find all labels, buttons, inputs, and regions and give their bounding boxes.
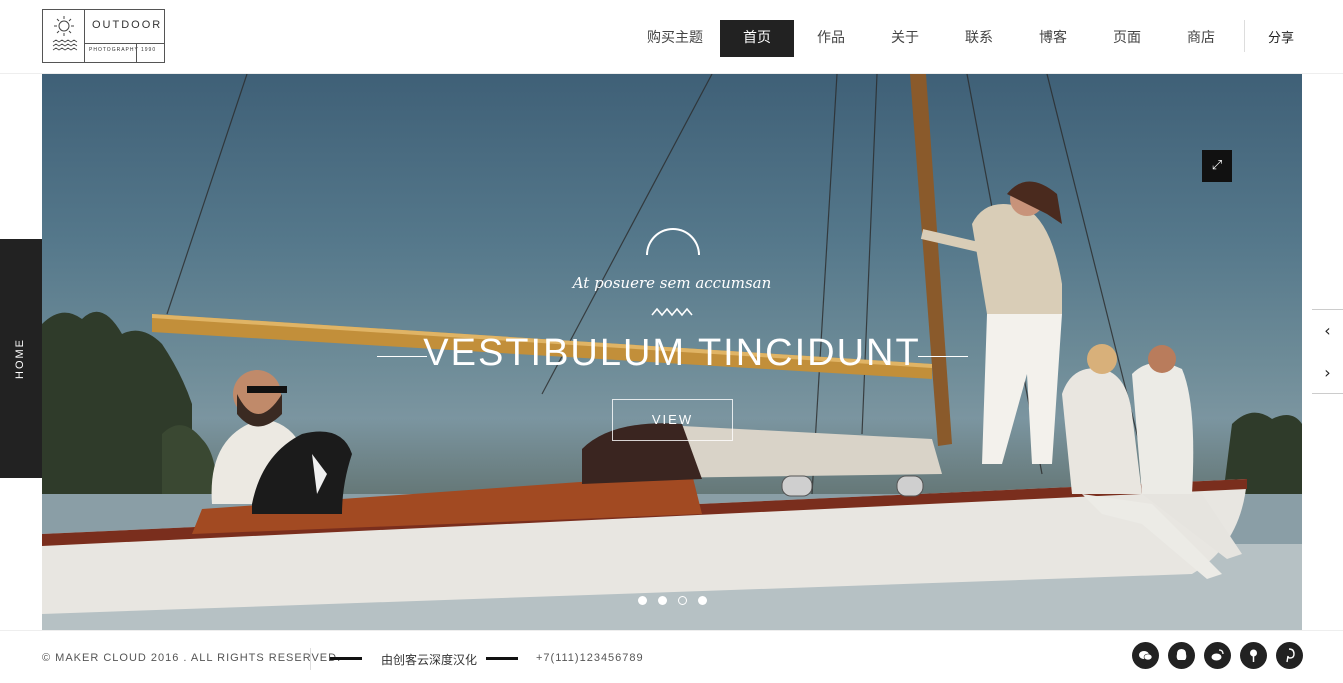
side-home-label: HOME [14,338,26,379]
logo-sub: PHOTOGRAPHY [89,47,139,53]
logo-brand: OUTDOOR [92,19,163,31]
slider-arrows: ‹ › [1312,309,1343,394]
footer-dash-right [486,657,518,660]
zigzag-icon [651,307,693,317]
slider-dot-1[interactable] [638,596,647,605]
main-nav: 购买主题 首页 作品 关于 联系 博客 页面 商店 [630,20,1238,57]
pinterest-icon[interactable] [1276,642,1303,669]
nav-item-shop[interactable]: 商店 [1164,20,1238,57]
hero-slider: ⤢ At posuere sem accumsan VESTIBULUM TIN… [42,74,1302,630]
expand-icon[interactable]: ⤢ [1202,150,1232,182]
next-arrow-icon[interactable]: › [1312,352,1343,394]
slider-dot-2[interactable] [658,596,667,605]
weibo-icon[interactable] [1204,642,1231,669]
footer-separator [310,648,311,670]
wechat-icon[interactable] [1132,642,1159,669]
phone-text: +7(111)123456789 [536,652,644,664]
social-links [1132,642,1303,669]
logo-vsep [136,44,137,62]
hero-subtitle: At posuere sem accumsan [572,274,772,292]
nav-item-pages[interactable]: 页面 [1090,20,1164,57]
copyright-text: © MAKER CLOUD 2016 . ALL RIGHTS RESERVED… [42,652,342,664]
hero-title-line-right [918,356,968,357]
share-button[interactable]: 分享 [1268,27,1294,46]
nav-item-blog[interactable]: 博客 [1016,20,1090,57]
side-home-tab[interactable]: HOME [0,239,42,478]
hero-title: VESTIBULUM TINCIDUNT [423,332,921,374]
nav-item-works[interactable]: 作品 [794,20,868,57]
tencent-icon[interactable] [1240,642,1267,669]
slider-dot-3[interactable] [678,596,687,605]
credit-text: 由创客云深度汉化 [381,653,478,667]
logo-year: 1990 [141,47,157,53]
nav-item-about[interactable]: 关于 [868,20,942,57]
sun-wave-icon [43,10,85,62]
slider-dots [638,596,707,605]
nav-item-contact[interactable]: 联系 [942,20,1016,57]
footer-dash-left [330,657,362,660]
view-button[interactable]: VIEW [612,399,733,441]
logo-divider [85,43,165,44]
footer: © MAKER CLOUD 2016 . ALL RIGHTS RESERVED… [0,630,1343,683]
nav-item-buy-theme[interactable]: 购买主题 [630,20,720,57]
logo[interactable]: OUTDOOR PHOTOGRAPHY 1990 [42,9,165,63]
nav-separator [1244,20,1245,52]
nav-item-home[interactable]: 首页 [720,20,794,57]
prev-arrow-icon[interactable]: ‹ [1312,310,1343,352]
qq-icon[interactable] [1168,642,1195,669]
header: OUTDOOR PHOTOGRAPHY 1990 购买主题 首页 作品 关于 联… [0,0,1343,74]
slider-dot-4[interactable] [698,596,707,605]
